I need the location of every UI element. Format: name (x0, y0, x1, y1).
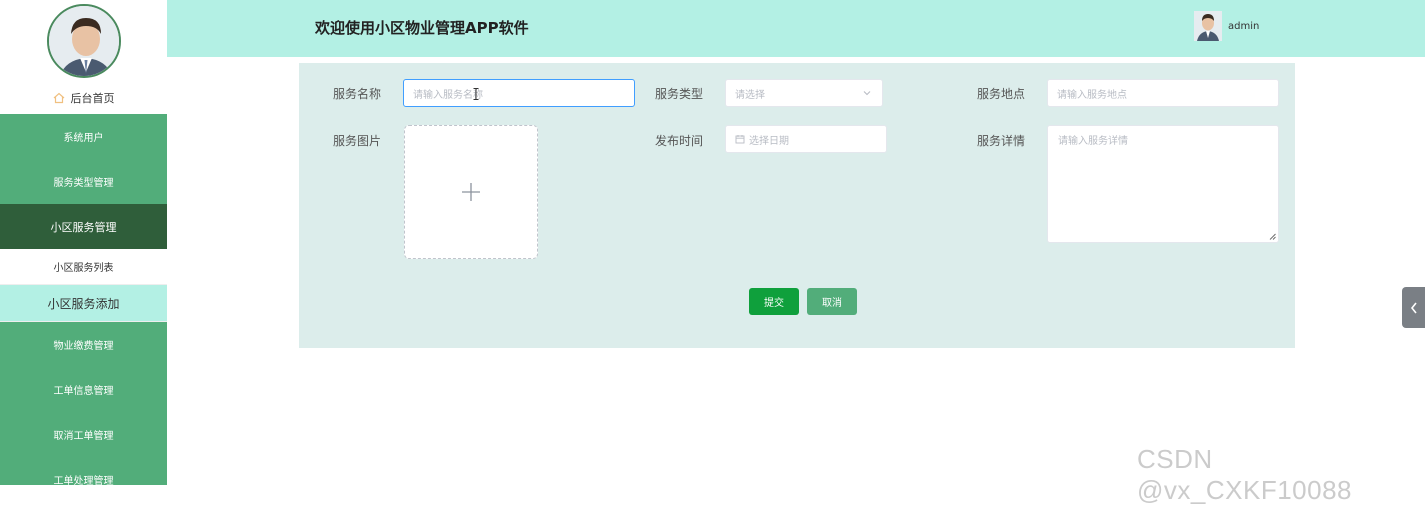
username: admin (1228, 20, 1260, 32)
service-type-label: 服务类型 (655, 87, 704, 101)
service-type-placeholder: 请选择 (735, 89, 765, 101)
service-location-input[interactable]: 请输入服务地点 (1047, 79, 1279, 107)
text-cursor-icon (473, 88, 479, 100)
sidebar-item-property-fees[interactable]: 物业缴费管理 (0, 322, 167, 367)
service-detail-label: 服务详情 (977, 134, 1026, 148)
user-menu[interactable]: admin (1194, 11, 1259, 41)
sidebar-item-label: 系统用户 (63, 133, 104, 144)
service-name-input[interactable]: 请输入服务名称 (403, 79, 635, 107)
sidebar-item-label: 工单信息管理 (53, 386, 114, 397)
service-type-select[interactable]: 请选择 (725, 79, 883, 107)
sidebar-item-label: 小区服务添加 (47, 296, 120, 311)
sidebar-item-work-orders[interactable]: 工单信息管理 (0, 367, 167, 412)
sidebar-item-home[interactable]: 后台首页 (0, 82, 167, 114)
sidebar-subitem-service-list[interactable]: 小区服务列表 (0, 249, 167, 285)
submit-button[interactable]: 提交 (749, 288, 799, 315)
sidebar-item-label: 后台首页 (70, 92, 115, 105)
user-avatar (1194, 11, 1222, 41)
sidebar-avatar-area (0, 0, 167, 82)
avatar (46, 4, 121, 78)
home-icon (53, 92, 64, 104)
calendar-icon (735, 135, 745, 144)
resize-handle-icon[interactable] (1269, 233, 1276, 240)
chevron-left-icon (1410, 302, 1417, 313)
service-detail-textarea[interactable]: 请输入服务详情 (1047, 125, 1279, 243)
sidebar-item-community-service[interactable]: 小区服务管理 (0, 204, 167, 249)
plus-icon (462, 183, 480, 201)
side-collapse-tab[interactable] (1402, 287, 1425, 328)
service-detail-placeholder: 请输入服务详情 (1058, 136, 1128, 147)
service-image-label: 服务图片 (333, 134, 382, 148)
sidebar-item-order-processing[interactable]: 工单处理管理 (0, 457, 167, 502)
publish-date-picker[interactable]: 选择日期 (725, 125, 887, 153)
cancel-button[interactable]: 取消 (807, 288, 857, 315)
service-form: 服务名称 请输入服务名称 服务类型 请选择 服务地点 请输入服务地点 服务图片 … (299, 63, 1295, 348)
sidebar-item-label: 物业缴费管理 (53, 341, 114, 352)
page-title: 欢迎使用小区物业管理APP软件 (315, 19, 529, 37)
sidebar: 后台首页 系统用户 服务类型管理 小区服务管理 小区服务列表 小区服务添加 物业… (0, 0, 167, 487)
publish-time-placeholder: 选择日期 (749, 135, 789, 147)
sidebar-item-label: 取消工单管理 (53, 431, 114, 442)
sidebar-item-label: 服务类型管理 (53, 178, 114, 189)
sidebar-item-label: 小区服务管理 (50, 220, 117, 234)
service-name-label: 服务名称 (333, 87, 382, 101)
service-location-placeholder: 请输入服务地点 (1057, 89, 1127, 101)
top-header: 欢迎使用小区物业管理APP软件 admin (167, 0, 1425, 57)
publish-time-label: 发布时间 (655, 134, 704, 148)
watermark: CSDN @vx_CXKF10088 (1137, 444, 1352, 505)
sidebar-subitem-service-add[interactable]: 小区服务添加 (0, 285, 167, 322)
sidebar-item-cancel-orders[interactable]: 取消工单管理 (0, 412, 167, 457)
sidebar-item-service-type[interactable]: 服务类型管理 (0, 159, 167, 204)
sidebar-item-system-users[interactable]: 系统用户 (0, 114, 167, 159)
service-location-label: 服务地点 (977, 87, 1026, 101)
sidebar-item-label: 小区服务列表 (53, 263, 114, 274)
chevron-down-icon (863, 91, 871, 96)
image-upload-button[interactable] (404, 125, 538, 259)
